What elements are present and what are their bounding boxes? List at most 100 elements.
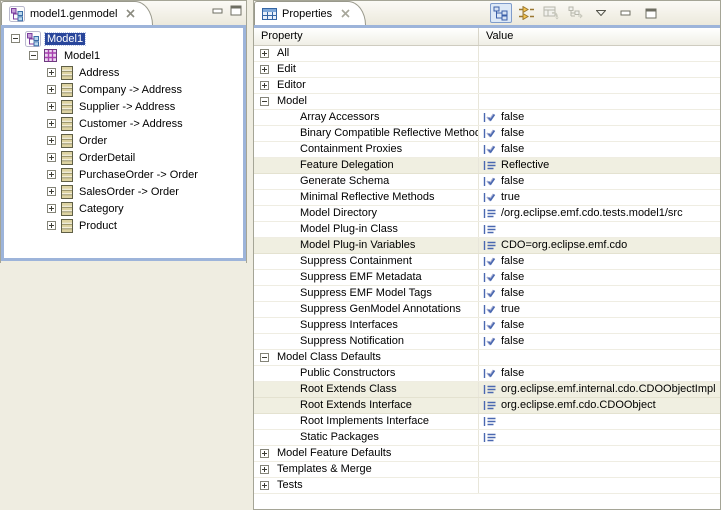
value-cell[interactable] <box>479 462 720 477</box>
property-row-root-extends-interface[interactable]: Root Extends Interfaceorg.eclipse.emf.cd… <box>254 398 720 414</box>
property-row-generate-schema[interactable]: Generate Schemafalse <box>254 174 720 190</box>
property-row-suppress-genmodel-annotations[interactable]: Suppress GenModel Annotationstrue <box>254 302 720 318</box>
property-cell[interactable]: Model Directory <box>254 206 479 221</box>
column-header-value[interactable]: Value <box>479 28 720 45</box>
show-advanced-properties-icon[interactable] <box>515 3 537 23</box>
property-row-root-implements-interface[interactable]: Root Implements Interface <box>254 414 720 430</box>
property-cell[interactable]: Root Implements Interface <box>254 414 479 429</box>
restore-default-value-icon[interactable] <box>540 3 562 23</box>
property-row-editor[interactable]: Editor <box>254 78 720 94</box>
property-row-suppress-emf-metadata[interactable]: Suppress EMF Metadatafalse <box>254 270 720 286</box>
property-row-binary-compatible-reflective-methods[interactable]: Binary Compatible Reflective Methodsfals… <box>254 126 720 142</box>
value-cell[interactable] <box>479 46 720 61</box>
property-cell[interactable]: Generate Schema <box>254 174 479 189</box>
expand-plus-icon[interactable] <box>47 221 56 230</box>
expand-plus-icon[interactable] <box>47 187 56 196</box>
category-cell[interactable]: Model Feature Defaults <box>254 446 479 461</box>
expand-plus-icon[interactable] <box>47 119 56 128</box>
value-cell[interactable]: org.eclipse.emf.internal.cdo.CDOObjectIm… <box>479 382 720 397</box>
value-cell[interactable] <box>479 414 720 429</box>
tree-item-model1-1[interactable]: Model1 <box>4 47 243 64</box>
property-row-all[interactable]: All <box>254 46 720 62</box>
expand-plus-icon[interactable] <box>260 481 269 490</box>
tree-item-model1-0[interactable]: Model1 <box>4 30 243 47</box>
collapse-minus-icon[interactable] <box>29 51 38 60</box>
value-cell[interactable]: false <box>479 270 720 285</box>
property-cell[interactable]: Suppress EMF Metadata <box>254 270 479 285</box>
expand-plus-icon[interactable] <box>260 449 269 458</box>
property-row-root-extends-class[interactable]: Root Extends Classorg.eclipse.emf.intern… <box>254 382 720 398</box>
tree-item-product-11[interactable]: Product <box>4 217 243 234</box>
category-cell[interactable]: Templates & Merge <box>254 462 479 477</box>
property-cell[interactable]: Suppress EMF Model Tags <box>254 286 479 301</box>
value-cell[interactable]: false <box>479 366 720 381</box>
maximize-icon[interactable] <box>640 3 662 23</box>
property-cell[interactable]: Feature Delegation <box>254 158 479 173</box>
property-cell[interactable]: Suppress GenModel Annotations <box>254 302 479 317</box>
close-icon[interactable] <box>341 9 350 18</box>
value-cell[interactable]: false <box>479 334 720 349</box>
minimize-icon[interactable] <box>615 3 637 23</box>
property-cell[interactable]: Model Plug-in Variables <box>254 238 479 253</box>
expand-plus-icon[interactable] <box>47 170 56 179</box>
property-cell[interactable]: Suppress Interfaces <box>254 318 479 333</box>
property-cell[interactable]: Static Packages <box>254 430 479 445</box>
property-row-model-feature-defaults[interactable]: Model Feature Defaults <box>254 446 720 462</box>
category-cell[interactable]: Editor <box>254 78 479 93</box>
expand-plus-icon[interactable] <box>47 102 56 111</box>
expand-plus-icon[interactable] <box>47 68 56 77</box>
tree-item-salesorder-order-9[interactable]: SalesOrder -> Order <box>4 183 243 200</box>
property-cell[interactable]: Model Plug-in Class <box>254 222 479 237</box>
property-row-tests[interactable]: Tests <box>254 478 720 494</box>
expand-plus-icon[interactable] <box>260 49 269 58</box>
property-row-model-plug-in-class[interactable]: Model Plug-in Class <box>254 222 720 238</box>
property-row-model-directory[interactable]: Model Directory/org.eclipse.emf.cdo.test… <box>254 206 720 222</box>
category-cell[interactable]: Model <box>254 94 479 109</box>
property-cell[interactable]: Containment Proxies <box>254 142 479 157</box>
property-cell[interactable]: Public Constructors <box>254 366 479 381</box>
value-cell[interactable]: false <box>479 110 720 125</box>
property-cell[interactable]: Suppress Containment <box>254 254 479 269</box>
value-cell[interactable] <box>479 430 720 445</box>
minimize-icon[interactable] <box>212 6 224 16</box>
property-row-templates-merge[interactable]: Templates & Merge <box>254 462 720 478</box>
value-cell[interactable] <box>479 446 720 461</box>
value-cell[interactable]: org.eclipse.emf.cdo.CDOObject <box>479 398 720 413</box>
tree-item-address-2[interactable]: Address <box>4 64 243 81</box>
expand-plus-icon[interactable] <box>47 204 56 213</box>
value-cell[interactable] <box>479 478 720 493</box>
value-cell[interactable]: false <box>479 142 720 157</box>
expand-plus-icon[interactable] <box>47 153 56 162</box>
tree-item-category-10[interactable]: Category <box>4 200 243 217</box>
value-cell[interactable] <box>479 94 720 109</box>
category-cell[interactable]: Model Class Defaults <box>254 350 479 365</box>
property-row-minimal-reflective-methods[interactable]: Minimal Reflective Methodstrue <box>254 190 720 206</box>
expand-plus-icon[interactable] <box>47 85 56 94</box>
value-cell[interactable] <box>479 350 720 365</box>
tree-item-customer-address-5[interactable]: Customer -> Address <box>4 115 243 132</box>
property-row-suppress-notification[interactable]: Suppress Notificationfalse <box>254 334 720 350</box>
category-cell[interactable]: Edit <box>254 62 479 77</box>
value-cell[interactable]: Reflective <box>479 158 720 173</box>
property-row-model-class-defaults[interactable]: Model Class Defaults <box>254 350 720 366</box>
tree-item-company-address-3[interactable]: Company -> Address <box>4 81 243 98</box>
category-cell[interactable]: Tests <box>254 478 479 493</box>
view-menu-icon[interactable] <box>590 3 612 23</box>
tree-item-supplier-address-4[interactable]: Supplier -> Address <box>4 98 243 115</box>
expand-plus-icon[interactable] <box>260 81 269 90</box>
value-cell[interactable]: false <box>479 318 720 333</box>
property-cell[interactable]: Minimal Reflective Methods <box>254 190 479 205</box>
property-row-suppress-containment[interactable]: Suppress Containmentfalse <box>254 254 720 270</box>
tree-item-purchaseorder-order-8[interactable]: PurchaseOrder -> Order <box>4 166 243 183</box>
maximize-icon[interactable] <box>230 5 242 16</box>
property-row-feature-delegation[interactable]: Feature DelegationReflective <box>254 158 720 174</box>
property-row-model[interactable]: Model <box>254 94 720 110</box>
filter-icon[interactable] <box>565 3 587 23</box>
collapse-minus-icon[interactable] <box>260 353 269 362</box>
close-icon[interactable] <box>126 9 135 18</box>
value-cell[interactable]: CDO=org.eclipse.emf.cdo <box>479 238 720 253</box>
property-row-static-packages[interactable]: Static Packages <box>254 430 720 446</box>
property-row-model-plug-in-variables[interactable]: Model Plug-in VariablesCDO=org.eclipse.e… <box>254 238 720 254</box>
property-cell[interactable]: Binary Compatible Reflective Methods <box>254 126 479 141</box>
editor-tab[interactable]: model1.genmodel <box>1 1 153 25</box>
